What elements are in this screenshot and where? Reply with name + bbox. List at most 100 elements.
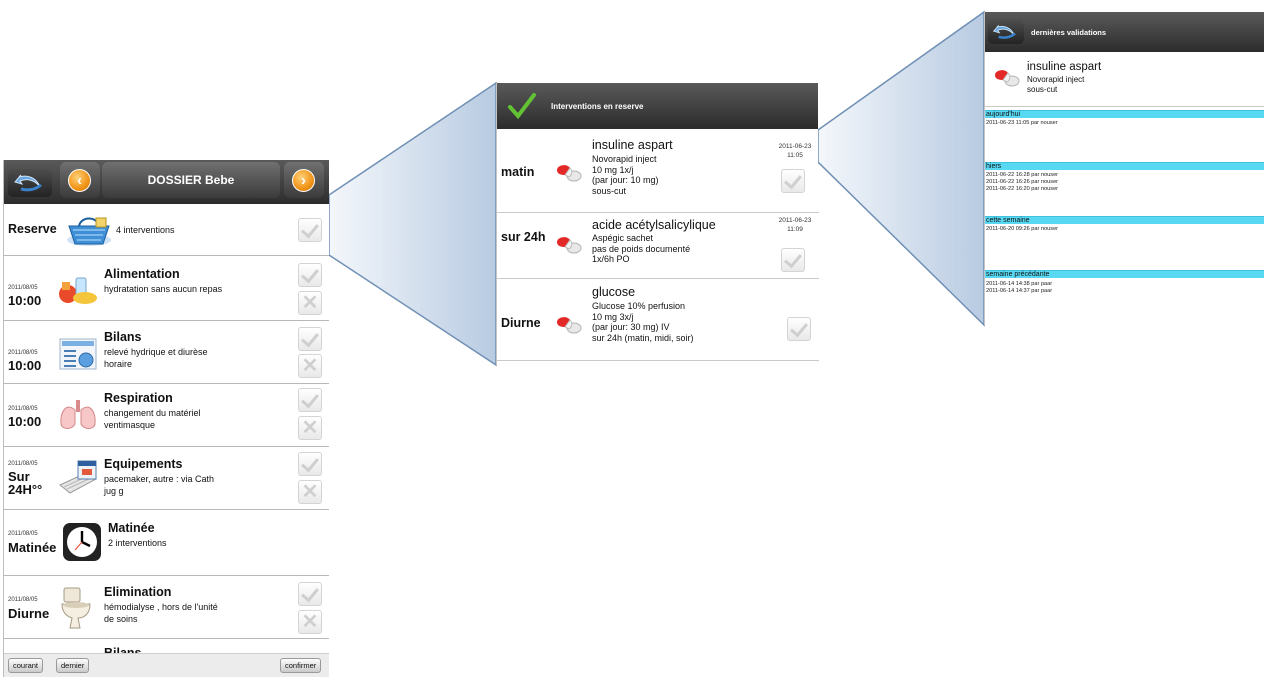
cancel-x-icon[interactable]: ✕ [298, 291, 322, 315]
back-button[interactable] [8, 169, 52, 197]
item-drug-name: glucose [592, 285, 636, 299]
validation-entry: 2011-06-14 14:37 par paar [986, 288, 1053, 294]
validate-checkbox[interactable] [298, 582, 322, 606]
dossier-header: ‹ DOSSIER Bebe › [4, 160, 329, 204]
intervention-item[interactable]: Diurne glucose Glucose 10% perfusion 10 … [497, 279, 819, 361]
interventions-reserve-panel: Interventions en reserve matin insuline … [496, 83, 819, 365]
dernier-button[interactable]: dernier [56, 658, 90, 673]
equipment-box-icon [59, 460, 98, 494]
item-period: sur 24h [501, 230, 546, 244]
row-date: 2011/08/05 [8, 461, 38, 467]
row-time: Sur 24H°° [8, 469, 43, 497]
validation-entry: 2011-06-22 16:20 par nouser [986, 186, 1059, 192]
row-description: changement du matériel ventimasque [104, 408, 201, 430]
chart-document-icon [59, 338, 97, 370]
row-date: 2011/08/05 [8, 350, 38, 356]
validation-entry: 2011-06-14 14:38 par paar [986, 281, 1053, 287]
row-date: 2011/08/05 [8, 597, 38, 603]
reserve-label: Reserve [8, 222, 57, 236]
validations-title: dernières validations [1031, 28, 1107, 37]
intervention-row-equipements[interactable]: 2011/08/05 Sur 24H°° Equipements pacemak… [4, 447, 329, 510]
item-period: matin [501, 165, 535, 179]
intervention-row-elimination[interactable]: 2011/08/05 Diurne Elimination hémodialys… [4, 576, 329, 639]
footer-toolbar: courant dernier confirmer [4, 653, 329, 677]
group-header-previous-week: semaine précédante [985, 270, 1264, 278]
pill-capsule-icon [557, 165, 582, 182]
connector-cone-2 [817, 10, 985, 327]
row-title: Matinée [108, 521, 155, 535]
row-description: relevé hydrique et diurèse horaire [104, 347, 208, 369]
interventions-title: Interventions en reserve [551, 102, 644, 111]
row-date: 2011/08/05 [8, 531, 38, 537]
item-timestamp: 2011-06-23 11:09 [778, 217, 812, 233]
interventions-header: Interventions en reserve [497, 83, 818, 129]
intervention-row-respiration[interactable]: 2011/08/05 10:00 Respiration changement … [4, 384, 329, 447]
item-period: Diurne [501, 316, 541, 330]
item-drug-name: insuline aspart [592, 138, 673, 152]
cancel-x-icon[interactable]: ✕ [298, 610, 322, 634]
validate-checkbox[interactable] [781, 169, 805, 193]
validation-entry: 2011-06-22 16:28 par nouser [986, 172, 1059, 178]
row-time: 10:00 [8, 293, 42, 308]
validate-checkbox[interactable] [298, 452, 322, 476]
row-title: Respiration [104, 391, 173, 405]
group-header-yesterday: hiers [985, 162, 1264, 170]
food-icon [59, 277, 97, 304]
row-title: Elimination [104, 585, 172, 599]
intervention-row-alimentation[interactable]: 2011/08/05 10:00 Alimentation hydratatio… [4, 256, 329, 321]
arrow-right-icon: › [292, 169, 315, 192]
intervention-row-matinee[interactable]: 2011/08/05 Matinée Matinée 2 interventio… [4, 510, 329, 576]
row-description: 2 interventions [108, 538, 167, 548]
row-date: 2011/08/05 [8, 285, 38, 291]
reserve-count: 4 interventions [116, 225, 175, 235]
row-time: 10:00 [8, 414, 42, 429]
toilet-icon [61, 587, 91, 629]
cancel-x-icon[interactable]: ✕ [298, 480, 322, 504]
group-header-today: aujourd'hui [985, 110, 1264, 118]
validate-checkbox[interactable] [298, 263, 322, 287]
pill-capsule-icon [995, 70, 1020, 87]
checkmark-icon [508, 93, 536, 120]
reserve-row[interactable]: Reserve 4 interventions [4, 204, 329, 256]
back-arrow-icon [992, 25, 1016, 39]
reserve-checkbox[interactable] [298, 218, 322, 242]
cancel-x-icon[interactable]: ✕ [298, 354, 322, 378]
dossier-title: DOSSIER Bebe [102, 162, 280, 198]
drug-line-2: sous-cut [1027, 85, 1058, 94]
intervention-row-bilans[interactable]: 2011/08/05 10:00 Bilans relevé hydrique … [4, 321, 329, 384]
arrow-left-icon: ‹ [68, 169, 91, 192]
row-title: Equipements [104, 457, 183, 471]
next-button[interactable]: › [284, 162, 324, 198]
clock-icon [63, 523, 101, 561]
item-details: Novorapid inject 10 mg 1x/j (par jour: 1… [592, 154, 659, 196]
pill-capsule-icon [557, 237, 582, 254]
lungs-icon [60, 400, 96, 429]
back-button[interactable] [988, 20, 1024, 44]
pill-capsule-icon [557, 317, 582, 334]
validations-header: dernières validations [985, 12, 1264, 52]
validate-checkbox[interactable] [787, 317, 811, 341]
group-header-this-week: cette semaine [985, 216, 1264, 224]
row-date: 2011/08/05 [8, 406, 38, 412]
row-title: Alimentation [104, 267, 180, 281]
item-details: Aspégic sachet pas de poids documenté 1x… [592, 233, 691, 264]
validations-panel: dernières validations insuline aspart No… [984, 12, 1264, 325]
drug-name: insuline aspart [1027, 61, 1102, 73]
item-drug-name: acide acétylsalicylique [592, 218, 716, 232]
courant-button[interactable]: courant [8, 658, 44, 673]
validate-checkbox[interactable] [298, 388, 322, 412]
intervention-item[interactable]: sur 24h acide acétylsalicylique Aspégic … [497, 213, 819, 279]
item-details: Glucose 10% perfusion 10 mg 3x/j (par jo… [592, 301, 694, 343]
intervention-item[interactable]: matin insuline aspart Novorapid inject 1… [497, 129, 819, 213]
dossier-panel: ‹ DOSSIER Bebe › Reserve 4 interventions… [3, 160, 329, 677]
validate-checkbox[interactable] [298, 327, 322, 351]
item-timestamp: 2011-06-23 11:05 [778, 143, 812, 159]
previous-button[interactable]: ‹ [60, 162, 100, 198]
row-description: hémodialyse , hors de l'unité de soins [104, 602, 218, 624]
validate-checkbox[interactable] [781, 248, 805, 272]
confirmer-button[interactable]: confirmer [280, 658, 322, 673]
validation-entry: 2011-06-20 09:26 par nouser [986, 226, 1059, 232]
cancel-x-icon[interactable]: ✕ [298, 416, 322, 440]
row-time: Matinée [8, 540, 57, 555]
row-description: pacemaker, autre : via Cath jug g [104, 474, 215, 496]
